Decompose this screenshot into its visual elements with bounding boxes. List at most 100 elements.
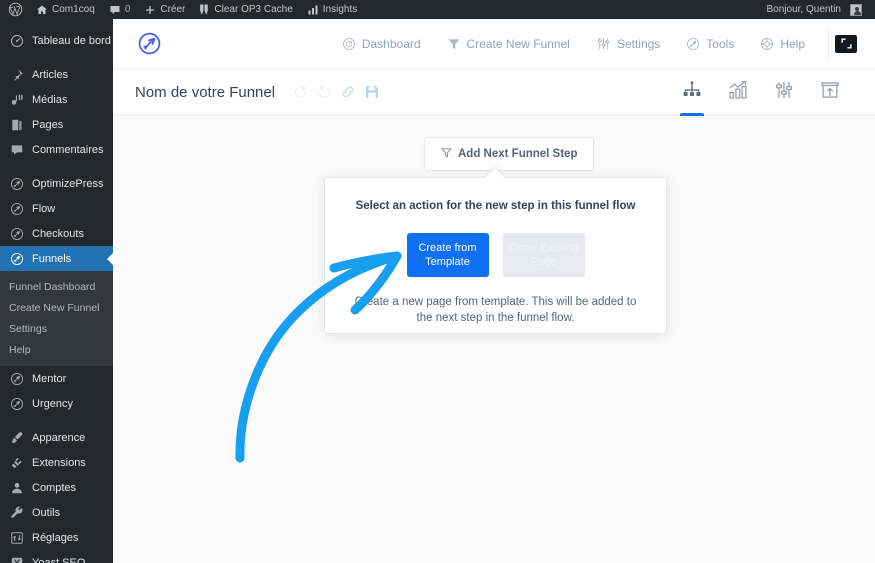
sidebar-item-optimizepress[interactable]: OptimizePress [0, 171, 113, 196]
nav-label: Tools [706, 36, 735, 51]
media-icon [9, 92, 24, 107]
analytics-icon [728, 80, 748, 105]
nav-settings[interactable]: Settings [583, 19, 673, 69]
sidebar-item-label: Réglages [32, 531, 79, 544]
new-content-menu[interactable]: Créer [137, 0, 192, 19]
wordpress-logo-menu[interactable] [0, 0, 29, 19]
sidebar-item-label: Articles [32, 68, 69, 81]
select-action-popover: Select an action for the new step in thi… [325, 178, 666, 333]
sliders-icon [9, 530, 24, 545]
dashboard-icon [9, 33, 24, 48]
sidebar-item-label: Commentaires [32, 143, 104, 156]
sidebar-item-label: Checkouts [32, 227, 84, 240]
my-account-menu[interactable]: Bonjour, Quentin [760, 0, 870, 19]
sidebar-subitem-label: Help [9, 343, 31, 356]
tab-funnel-steps[interactable] [669, 69, 715, 116]
sidebar-item-label: Urgency [32, 397, 73, 410]
nav-label: Create New Funnel [466, 36, 570, 51]
sidebar-item-extensions[interactable]: Extensions [0, 450, 113, 475]
nav-label: Settings [616, 36, 661, 51]
clear-op3-cache-label: Clear OP3 Cache [214, 4, 293, 15]
add-next-funnel-step-button[interactable]: Add Next Funnel Step [424, 137, 595, 171]
rocket-icon [9, 201, 24, 216]
sidebar-top-gap [0, 19, 113, 28]
rocket-logo-icon[interactable] [136, 31, 162, 57]
fullscreen-icon[interactable] [835, 34, 857, 53]
sidebar-item-dashboard[interactable]: Tableau de bord [0, 28, 113, 53]
home-icon [36, 4, 48, 16]
sidebar-item-comptes[interactable]: Comptes [0, 475, 113, 500]
popover-description: Create a new page from template. This wi… [354, 296, 637, 324]
sidebar-item-pages[interactable]: Pages [0, 112, 113, 137]
admin-bar-left-group: Com1coq 0 Créer Clear OP3 Cache Insights [0, 0, 364, 19]
rocket-icon [686, 37, 700, 51]
funnel-name-field[interactable]: Nom de votre Funnel [135, 84, 275, 101]
sidebar-subitem-help[interactable]: Help [0, 339, 113, 360]
sidebar-item-outils[interactable]: Outils [0, 500, 113, 525]
screen: Com1coq 0 Créer Clear OP3 Cache Insights… [0, 0, 875, 563]
nav-dashboard[interactable]: Dashboard [329, 19, 434, 69]
tab-export[interactable] [807, 69, 853, 116]
comments-menu[interactable]: 0 [102, 0, 138, 19]
speedometer-icon [342, 37, 356, 51]
link-icon[interactable] [341, 85, 355, 99]
clone-existing-page-button: Clone Existing Page [502, 233, 585, 277]
sidebar-subitem-label: Funnel Dashboard [9, 280, 96, 293]
sidebar-item-reglages[interactable]: Réglages [0, 525, 113, 550]
sidebar-item-label: Tableau de bord [32, 34, 111, 47]
site-name-menu[interactable]: Com1coq [29, 0, 102, 19]
popover-actions: Create from Template Clone Existing Page [325, 233, 666, 277]
sidebar-item-label: Mentor [32, 372, 67, 385]
sidebar-item-urgency[interactable]: Urgency [0, 391, 113, 416]
sidebar-item-label: Funnels [32, 252, 72, 265]
sidebar-subitem-settings[interactable]: Settings [0, 318, 113, 339]
sidebar-subitem-label: Settings [9, 322, 47, 335]
popover-title: Select an action for the new step in thi… [355, 200, 636, 212]
insights-menu[interactable]: Insights [300, 0, 364, 19]
sidebar-item-funnels[interactable]: Funnels [0, 246, 113, 271]
redo-icon[interactable] [317, 85, 332, 100]
wp-admin-sidebar[interactable]: Tableau de bord Articles Médias Pages Co… [0, 19, 113, 563]
avatar [850, 3, 862, 16]
sidebar-item-label: Médias [32, 93, 68, 106]
sliders-icon [596, 36, 611, 51]
sidebar-item-label: Outils [32, 506, 61, 519]
sidebar-item-commentaires[interactable]: Commentaires [0, 137, 113, 162]
comments-count: 0 [124, 4, 131, 15]
sidebar-item-label: Pages [32, 118, 64, 131]
rocket-icon [9, 176, 24, 191]
sidebar-item-checkouts[interactable]: Checkouts [0, 221, 113, 246]
create-from-template-button[interactable]: Create from Template [406, 233, 489, 277]
tab-settings[interactable] [761, 69, 807, 116]
nav-help[interactable]: Help [747, 19, 818, 69]
save-icon[interactable] [364, 84, 380, 100]
op3-icon [199, 4, 210, 16]
yoast-icon [9, 555, 24, 563]
sidebar-item-label: Yoast SEO [32, 556, 86, 563]
sidebar-item-apparence[interactable]: Apparence [0, 425, 113, 450]
sidebar-item-yoast-seo[interactable]: Yoast SEO [0, 550, 113, 563]
funnel-title-tools [293, 84, 380, 100]
bar-chart-icon [307, 4, 319, 16]
sidebar-item-medias[interactable]: Médias [0, 87, 113, 112]
user-icon [9, 480, 24, 495]
sidebar-item-flow[interactable]: Flow [0, 196, 113, 221]
undo-icon[interactable] [293, 85, 308, 100]
sidebar-item-mentor[interactable]: Mentor [0, 366, 113, 391]
nav-label: Help [780, 36, 805, 51]
funnel-icon [447, 37, 461, 51]
brush-icon [9, 430, 24, 445]
sidebar-item-label: Comptes [32, 481, 77, 494]
insights-label: Insights [322, 4, 358, 15]
sidebar-item-articles[interactable]: Articles [0, 62, 113, 87]
wp-admin-bar: Com1coq 0 Créer Clear OP3 Cache Insights… [0, 0, 875, 19]
tab-analytics[interactable] [715, 69, 761, 116]
sidebar-subitem-funnel-dashboard[interactable]: Funnel Dashboard [0, 276, 113, 297]
clear-op3-cache-menu[interactable]: Clear OP3 Cache [192, 0, 299, 19]
nav-tools[interactable]: Tools [673, 19, 747, 69]
sidebar-subitem-create-new-funnel[interactable]: Create New Funnel [0, 297, 113, 318]
nav-create-new-funnel[interactable]: Create New Funnel [434, 19, 583, 69]
sidebar-item-label: Extensions [32, 456, 86, 469]
funnel-canvas: Add Next Funnel Step Select an action fo… [113, 116, 875, 563]
funnel-icon [441, 147, 452, 161]
